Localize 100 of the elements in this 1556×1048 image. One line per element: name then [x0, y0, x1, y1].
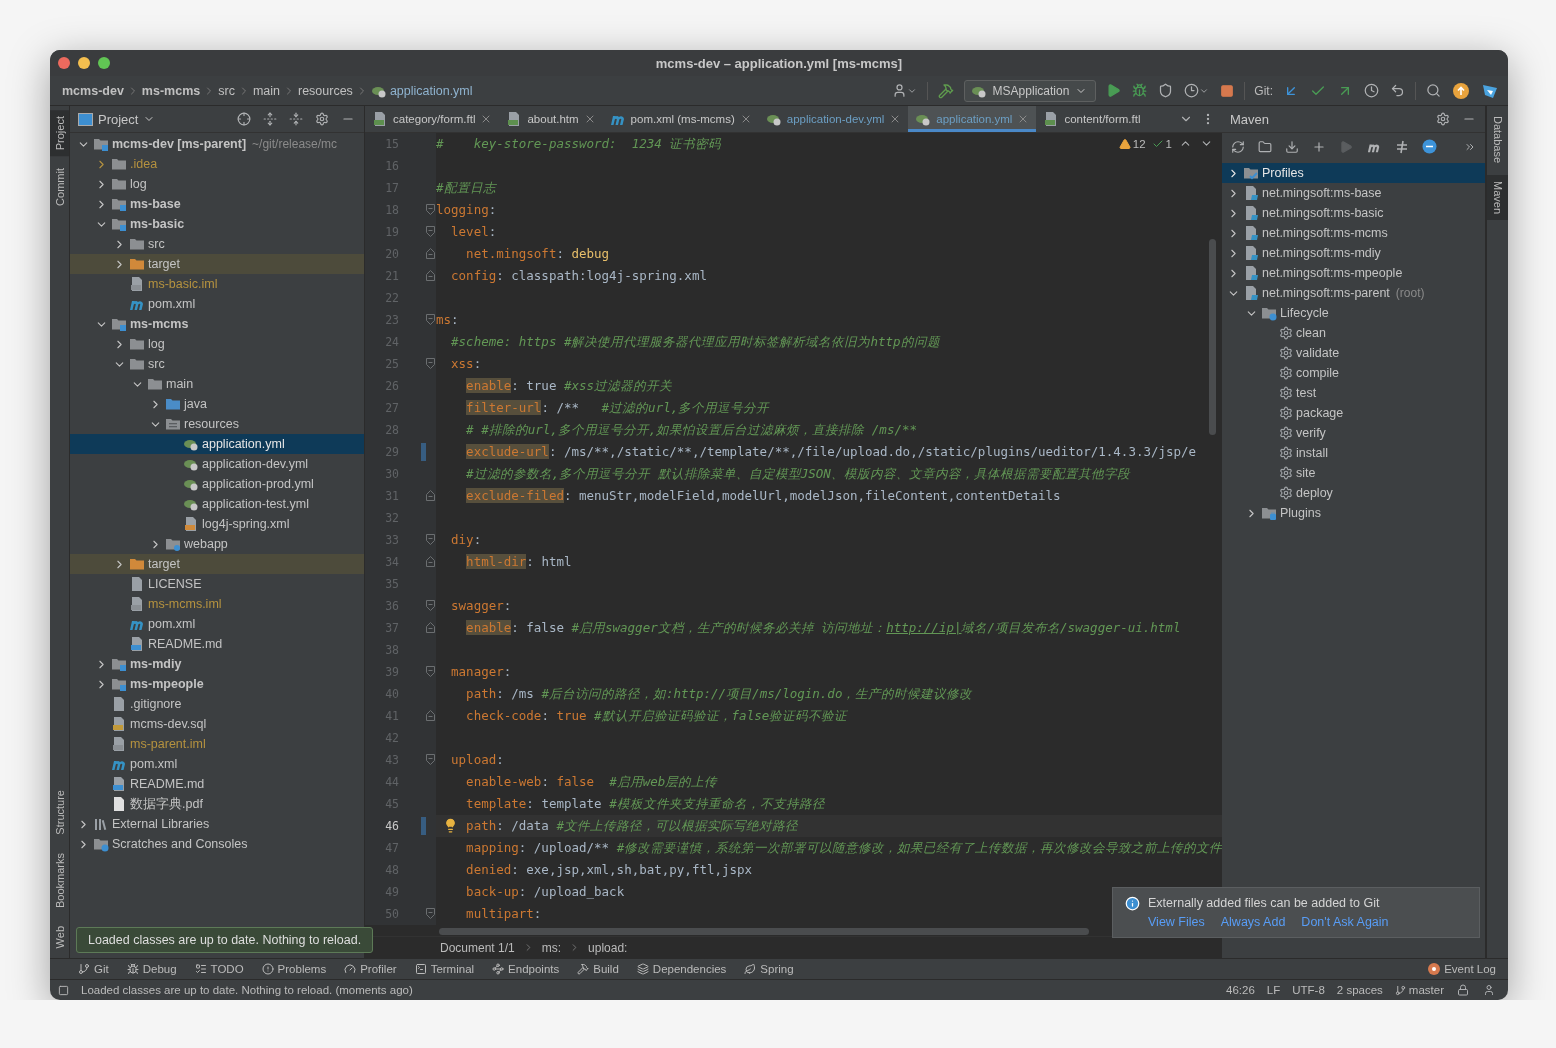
- fold-icon[interactable]: [426, 270, 435, 281]
- encoding[interactable]: UTF-8: [1292, 984, 1325, 996]
- run-icon[interactable]: [1105, 82, 1123, 99]
- tree-item[interactable]: mcms-dev.sql: [70, 714, 364, 734]
- download-icon[interactable]: [1284, 138, 1300, 155]
- breadcrumb-item[interactable]: ms-mcms: [141, 83, 201, 98]
- editor-tab[interactable]: pom.xml (ms-mcms): [602, 106, 759, 132]
- tree-item[interactable]: README.md: [70, 634, 364, 654]
- tree-item[interactable]: application-prod.yml: [70, 474, 364, 494]
- tree-item[interactable]: application-test.yml: [70, 494, 364, 514]
- tree-item[interactable]: application-dev.yml: [70, 454, 364, 474]
- tree-item[interactable]: README.md: [70, 774, 364, 794]
- tree-item[interactable]: LICENSE: [70, 574, 364, 594]
- expand-all-icon[interactable]: [262, 111, 278, 127]
- panel-toggle-icon[interactable]: [58, 984, 69, 996]
- breadcrumb-item[interactable]: mcms-dev: [62, 83, 124, 98]
- editor-tab[interactable]: category/form.ftl: [365, 106, 500, 132]
- breadcrumb-item[interactable]: ms:: [541, 940, 562, 955]
- tree-item[interactable]: resources: [70, 414, 364, 434]
- git-branch[interactable]: master: [1394, 984, 1444, 996]
- collapse-all-icon[interactable]: [288, 111, 304, 127]
- editor-tab[interactable]: about.htm: [499, 106, 603, 132]
- link[interactable]: http://ip|: [886, 620, 962, 635]
- tool-window-button[interactable]: Endpoints: [492, 963, 560, 975]
- tool-window-tab[interactable]: Commit: [50, 162, 69, 213]
- indent-setting[interactable]: 2 spaces: [1336, 984, 1383, 996]
- tree-item[interactable]: ms-mcms.iml: [70, 594, 364, 614]
- tool-window-button[interactable]: Dependencies: [636, 963, 727, 975]
- tree-item[interactable]: ms-parent.iml: [70, 734, 364, 754]
- tree-item[interactable]: net.mingsoft:ms-mcms: [1222, 223, 1485, 243]
- tree-item[interactable]: Lifecycle: [1222, 303, 1485, 323]
- fold-icon[interactable]: [426, 600, 435, 611]
- minimize-button[interactable]: [78, 57, 90, 69]
- tree-item[interactable]: main: [70, 374, 364, 394]
- fold-icon[interactable]: [426, 534, 435, 545]
- tree-item[interactable]: ms-mdiy: [70, 654, 364, 674]
- tool-window-tab[interactable]: Database: [1487, 110, 1508, 170]
- fold-icon[interactable]: [426, 490, 435, 501]
- tree-item[interactable]: net.mingsoft:ms-mdiy: [1222, 243, 1485, 263]
- crosshair-icon[interactable]: [236, 111, 252, 127]
- fold-icon[interactable]: [426, 248, 435, 259]
- fold-icon[interactable]: [426, 556, 435, 567]
- breadcrumb-item[interactable]: src: [218, 83, 235, 98]
- tree-item[interactable]: net.mingsoft:ms-parent (root): [1222, 283, 1485, 303]
- editor-tab[interactable]: application-dev.yml: [758, 106, 909, 132]
- tree-item[interactable]: ms-mcms: [70, 314, 364, 334]
- tree-item[interactable]: ms-mpeople: [70, 674, 364, 694]
- tree-item[interactable]: .gitignore: [70, 694, 364, 714]
- tree-item[interactable]: net.mingsoft:ms-mpeople: [1222, 263, 1485, 283]
- fold-icon[interactable]: [426, 666, 435, 677]
- tool-window-tab[interactable]: Bookmarks: [50, 846, 69, 914]
- settings-icon[interactable]: [1435, 111, 1451, 127]
- tool-window-button[interactable]: Build: [577, 963, 619, 975]
- scrollbar[interactable]: [439, 928, 1089, 935]
- notification-link[interactable]: Always Add: [1220, 915, 1286, 929]
- fold-icon[interactable]: [426, 358, 435, 369]
- breadcrumb-item[interactable]: Document 1/1: [440, 940, 515, 955]
- tool-window-button[interactable]: Spring: [744, 963, 794, 975]
- fold-icon[interactable]: [426, 204, 435, 215]
- tree-item[interactable]: verify: [1222, 423, 1485, 443]
- clock-icon[interactable]: [1363, 82, 1380, 99]
- zoom-button[interactable]: [98, 57, 110, 69]
- breadcrumb-item[interactable]: resources: [298, 83, 353, 98]
- tool-window-button[interactable]: Terminal: [414, 963, 475, 975]
- tree-item[interactable]: pom.xml: [70, 614, 364, 634]
- tree-item[interactable]: test: [1222, 383, 1485, 403]
- tree-item[interactable]: Scratches and Consoles: [70, 834, 364, 854]
- tree-item[interactable]: install: [1222, 443, 1485, 463]
- project-view-dropdown[interactable]: Project: [78, 111, 156, 127]
- tool-window-button[interactable]: Problems: [261, 963, 327, 975]
- tree-item[interactable]: pom.xml: [70, 754, 364, 774]
- tree-item[interactable]: External Libraries: [70, 814, 364, 834]
- warning-count[interactable]: 12: [1118, 137, 1146, 150]
- tree-item[interactable]: deploy: [1222, 483, 1485, 503]
- close-button[interactable]: [58, 57, 70, 69]
- undo-icon[interactable]: [1389, 82, 1406, 99]
- tree-item[interactable]: net.mingsoft:ms-base: [1222, 183, 1485, 203]
- tree-item[interactable]: application.yml: [70, 434, 364, 454]
- folder-icon[interactable]: [1257, 138, 1273, 155]
- reload-icon[interactable]: [1230, 138, 1246, 155]
- fold-icon[interactable]: [426, 622, 435, 633]
- breadcrumb-item[interactable]: application.yml: [389, 83, 473, 98]
- tool-window-tab[interactable]: Web: [50, 919, 69, 954]
- tree-item[interactable]: site: [1222, 463, 1485, 483]
- tree-item[interactable]: ms-base: [70, 194, 364, 214]
- line-separator[interactable]: LF: [1266, 984, 1281, 996]
- stop-icon[interactable]: [1219, 82, 1236, 99]
- tree-item[interactable]: package: [1222, 403, 1485, 423]
- tree-item[interactable]: 数据字典.pdf: [70, 794, 364, 814]
- update-icon[interactable]: [1451, 80, 1471, 101]
- tree-item[interactable]: log: [70, 174, 364, 194]
- event-log-button[interactable]: Event Log: [1428, 963, 1496, 975]
- breadcrumb-item[interactable]: upload:: [588, 940, 628, 955]
- tool-window-button[interactable]: Git: [78, 963, 109, 975]
- tree-item[interactable]: .idea: [70, 154, 364, 174]
- tree-item[interactable]: src: [70, 234, 364, 254]
- tool-window-button[interactable]: Profiler: [344, 963, 397, 975]
- tree-item[interactable]: ms-basic: [70, 214, 364, 234]
- settings-icon[interactable]: [314, 111, 330, 127]
- lock-icon[interactable]: [1456, 983, 1470, 997]
